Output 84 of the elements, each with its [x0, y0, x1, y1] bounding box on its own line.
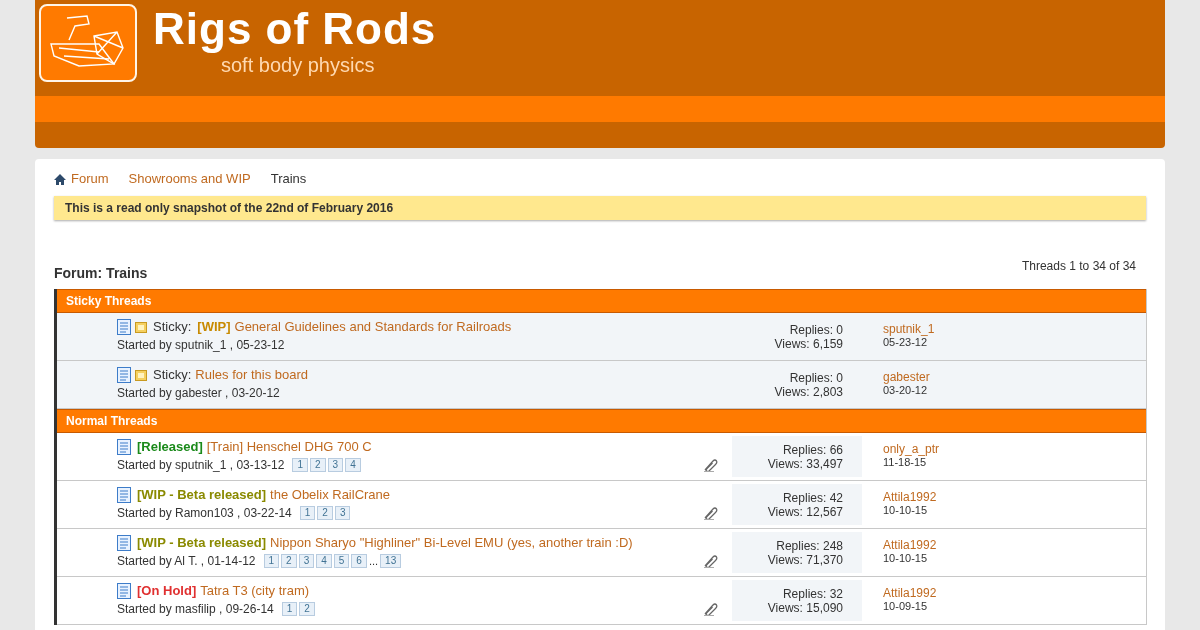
thread-title-link[interactable]: Rules for this board — [195, 367, 309, 383]
sticky-icon — [135, 321, 147, 333]
notice-banner: This is a read only snapshot of the 22nd of February 2016 — [54, 196, 1146, 220]
last-post-user[interactable]: Attila1992 — [883, 586, 1146, 600]
last-post-date: 05-23-12 — [883, 336, 929, 349]
thread-starter: Started by Al T. , 01-14-12 — [117, 553, 256, 570]
page-link[interactable]: 2 — [317, 506, 333, 520]
views-count: Views: 6,159 — [774, 336, 843, 351]
thread-prefix: [WIP - Beta released] — [137, 535, 267, 551]
page-link[interactable]: 2 — [299, 602, 315, 616]
last-post-user[interactable]: only_a_ptr — [883, 442, 1146, 456]
page-link[interactable]: 1 — [299, 506, 316, 520]
home-icon[interactable] — [54, 173, 66, 185]
replies-count: Replies: 0 — [789, 322, 843, 337]
breadcrumb-link[interactable]: Showrooms and WIP — [128, 169, 251, 189]
thread-prefix: [Released] — [137, 439, 203, 455]
page-link[interactable]: 4 — [316, 554, 332, 568]
breadcrumb-link[interactable]: Forum — [71, 169, 109, 189]
thread-title-link[interactable]: Nippon Sharyo "Highliner" Bi-Level EMU (yes, another train :D) — [270, 535, 633, 551]
site-tagline: soft body physics — [221, 54, 376, 76]
last-post-date: 11-18-15 — [883, 456, 928, 469]
thread-title-link[interactable]: Tatra T3 (city tram) — [200, 583, 310, 599]
thread-prefix: [WIP] — [197, 319, 231, 335]
document-icon — [117, 319, 131, 335]
paperclip-icon — [702, 458, 718, 472]
page-link[interactable]: 3 — [334, 506, 351, 520]
views-count: Views: 15,090 — [767, 600, 843, 615]
thread-starter: Started by sputnik_1 , 05-23-12 — [117, 337, 285, 354]
last-post-user[interactable]: sputnik_1 — [883, 322, 1146, 336]
page-link[interactable]: 2 — [281, 554, 297, 568]
page-link[interactable]: 2 — [310, 458, 326, 472]
page-link[interactable]: 5 — [333, 554, 350, 568]
thread-title-link[interactable]: General Guidelines and Standards for Railroads — [234, 319, 512, 335]
thread-title-link[interactable]: [Train] Henschel DHG 700 C — [206, 439, 372, 455]
replies-count: Replies: 0 — [789, 370, 843, 385]
views-count: Views: 33,497 — [767, 456, 843, 471]
section-header: Sticky Threads — [57, 289, 1146, 313]
last-post-date: 10-09-15 — [883, 600, 929, 613]
page-link[interactable]: 3 — [298, 554, 315, 568]
thread-prefix: [WIP - Beta released] — [137, 487, 267, 503]
replies-count: Replies: 42 — [782, 490, 843, 505]
sticky-label: Sticky: — [153, 319, 192, 335]
forum-title: Forum: Trains — [54, 264, 148, 283]
page-link[interactable]: 1 — [281, 602, 298, 616]
page-link[interactable]: 3 — [327, 458, 344, 472]
page-link[interactable]: 1 — [292, 458, 308, 472]
last-post-user[interactable]: Attila1992 — [883, 538, 1146, 552]
document-icon — [117, 487, 131, 503]
sticky-label: Sticky: — [153, 367, 192, 383]
logo-icon[interactable] — [39, 4, 137, 82]
document-icon — [117, 583, 131, 599]
views-count: Views: 71,370 — [767, 552, 843, 567]
thread-starter: Started by Ramon103 , 03-22-14 — [117, 505, 292, 522]
thread-title-link[interactable]: the Obelix RailCrane — [270, 487, 391, 503]
thread-starter: Started by sputnik_1 , 03-13-12 — [117, 457, 285, 474]
thread-prefix: [On Hold] — [137, 583, 197, 599]
site-title: Rigs of Rods — [153, 4, 437, 54]
last-post-user[interactable]: gabester — [883, 370, 1146, 384]
thread-starter: Started by masfilip , 09-26-14 — [117, 601, 274, 618]
paperclip-icon — [702, 602, 718, 616]
document-icon — [117, 535, 131, 551]
last-post-user[interactable]: Attila1992 — [883, 490, 1146, 504]
views-count: Views: 2,803 — [774, 384, 843, 399]
thread-starter: Started by gabester , 03-20-12 — [117, 385, 280, 402]
page-link[interactable]: 6 — [351, 554, 367, 568]
last-post-date: 10-10-15 — [883, 504, 929, 517]
document-icon — [117, 367, 131, 383]
sticky-icon — [135, 369, 147, 381]
replies-count: Replies: 248 — [776, 538, 843, 553]
ellipsis: ... — [368, 553, 379, 569]
breadcrumb-current: Trains — [270, 170, 307, 189]
thread-count: Threads 1 to 34 of 34 — [1021, 258, 1136, 275]
document-icon — [117, 439, 131, 455]
page-link[interactable]: 13 — [380, 554, 402, 568]
views-count: Views: 12,567 — [767, 504, 843, 519]
page-link[interactable]: 4 — [345, 458, 361, 472]
paperclip-icon — [702, 506, 718, 520]
section-header: Normal Threads — [57, 409, 1146, 433]
page-link[interactable]: 1 — [263, 554, 280, 568]
last-post-date: 03-20-12 — [883, 384, 929, 397]
replies-count: Replies: 66 — [782, 442, 843, 457]
paperclip-icon — [702, 554, 718, 568]
last-post-date: 10-10-15 — [883, 552, 929, 565]
replies-count: Replies: 32 — [782, 586, 843, 601]
